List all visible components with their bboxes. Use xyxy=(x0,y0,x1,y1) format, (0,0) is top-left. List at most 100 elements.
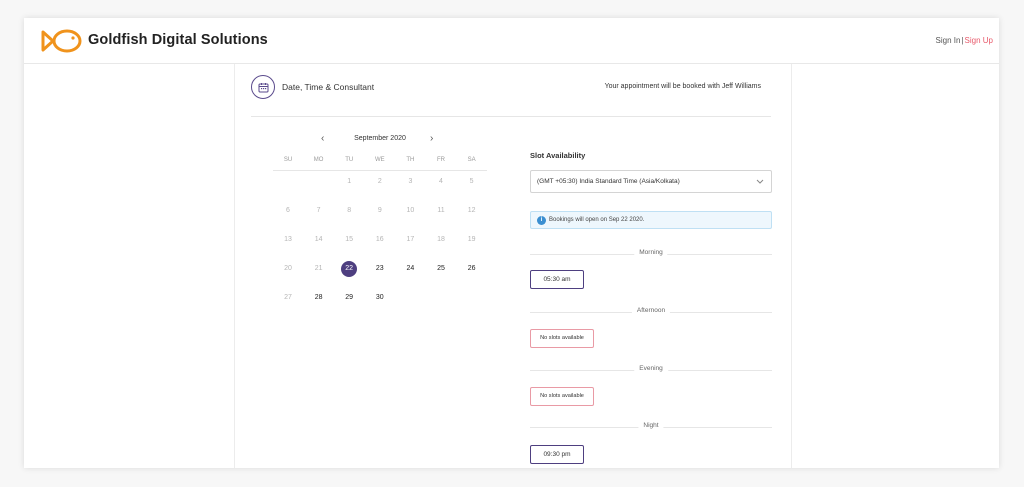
calendar-day: 1 xyxy=(334,174,364,190)
calendar-day-number: 20 xyxy=(284,265,292,272)
calendar-day: 21 xyxy=(304,261,334,277)
calendar-day-number: 9 xyxy=(377,207,382,214)
goldfish-logo-icon[interactable] xyxy=(40,28,84,54)
no-slots-afternoon: No slots available xyxy=(530,329,594,348)
calendar-day[interactable]: 30 xyxy=(365,290,395,306)
calendar-icon xyxy=(251,75,275,99)
calendar-day: 16 xyxy=(365,232,395,248)
no-slots-evening: No slots available xyxy=(530,387,594,406)
weekday-label: SU xyxy=(283,157,293,163)
consultant-note: Your appointment will be booked with Jef… xyxy=(604,83,761,90)
weekday-label: MO xyxy=(313,157,324,163)
timezone-value: (GMT +05:30) India Standard Time (Asia/K… xyxy=(537,178,680,185)
chevron-left-icon[interactable]: ‹ xyxy=(321,133,324,144)
calendar-day-number: 23 xyxy=(375,265,384,272)
calendar-day-number: 16 xyxy=(375,236,384,243)
calendar-month-label: September 2020 xyxy=(354,135,406,142)
calendar-day-number: 24 xyxy=(406,265,415,272)
weekday-label: TH xyxy=(406,157,415,163)
calendar-day: 14 xyxy=(304,232,334,248)
calendar-day[interactable]: 26 xyxy=(457,261,487,277)
section-divider xyxy=(251,116,771,117)
booking-info-text: Bookings will open on Sep 22 2020. xyxy=(549,217,645,223)
sign-in-link[interactable]: Sign In xyxy=(936,36,961,45)
timezone-select[interactable]: (GMT +05:30) India Standard Time (Asia/K… xyxy=(530,170,772,193)
booking-page: Goldfish Digital Solutions Sign In|Sign … xyxy=(24,18,999,468)
weekday-label: FR xyxy=(437,157,445,163)
weekday-label: TU xyxy=(345,157,354,163)
calendar-day: 12 xyxy=(457,203,487,219)
brand-name: Goldfish Digital Solutions xyxy=(88,32,268,48)
calendar-day[interactable]: 28 xyxy=(304,290,334,306)
calendar-header: ‹ September 2020 › xyxy=(273,133,487,147)
period-label: Evening xyxy=(634,365,668,372)
calendar-day-number: 28 xyxy=(314,294,323,301)
calendar-day-number: 8 xyxy=(347,207,352,214)
calendar-day-selected[interactable]: 22 xyxy=(334,261,364,277)
calendar-day: 4 xyxy=(426,174,456,190)
calendar-day-number: 11 xyxy=(437,207,445,214)
calendar-day: 27 xyxy=(273,290,303,306)
calendar-weekdays: SU MO TU WE TH FR SA xyxy=(273,157,487,171)
calendar-day-number: 30 xyxy=(375,294,384,301)
calendar-day-number: 21 xyxy=(314,265,323,272)
calendar-day[interactable]: 24 xyxy=(395,261,425,277)
calendar-day: 10 xyxy=(395,203,425,219)
calendar-day-number: 2 xyxy=(377,178,382,185)
calendar-day: 8 xyxy=(334,203,364,219)
calendar-day-number: 7 xyxy=(316,207,321,214)
period-label: Afternoon xyxy=(631,307,671,314)
calendar-day-number: 18 xyxy=(437,236,445,243)
calendar-day: 6 xyxy=(273,203,303,219)
calendar-day: 3 xyxy=(395,174,425,190)
calendar-day: 20 xyxy=(273,261,303,277)
calendar-day-number: 13 xyxy=(284,236,292,243)
calendar-day: 13 xyxy=(273,232,303,248)
period-label: Night xyxy=(638,422,664,429)
calendar-day: 11 xyxy=(426,203,456,219)
calendar-day-number: 29 xyxy=(345,294,354,301)
calendar-day-number: 12 xyxy=(467,207,476,214)
chevron-down-icon xyxy=(756,179,764,184)
calendar-day: 17 xyxy=(395,232,425,248)
period-afternoon: Afternoon xyxy=(530,307,772,317)
period-evening: Evening xyxy=(530,365,772,375)
step-title: Date, Time & Consultant xyxy=(282,82,375,92)
period-label: Morning xyxy=(634,249,668,256)
calendar-day: 18 xyxy=(426,232,456,248)
weekday-label: WE xyxy=(374,157,385,163)
slot-button-night[interactable]: 09:30 pm xyxy=(530,445,584,464)
chevron-right-icon[interactable]: › xyxy=(430,133,433,144)
calendar-day-number: 3 xyxy=(408,178,413,185)
period-night: Night xyxy=(530,422,772,432)
slot-availability-title: Slot Availability xyxy=(530,151,586,160)
calendar-day: 19 xyxy=(457,232,487,248)
slot-button-morning[interactable]: 05:30 am xyxy=(530,270,584,289)
calendar-day-number: 6 xyxy=(286,207,290,214)
booking-info-banner: i Bookings will open on Sep 22 2020. xyxy=(530,211,772,229)
calendar-day-number: 22 xyxy=(345,265,354,272)
calendar-day: 15 xyxy=(334,232,364,248)
calendar-day-number: 26 xyxy=(467,265,476,272)
calendar-day-number: 19 xyxy=(467,236,476,243)
calendar-day-number: 27 xyxy=(284,294,292,301)
calendar-day-number: 10 xyxy=(406,207,415,214)
calendar-day-number: 5 xyxy=(469,178,474,185)
calendar-day-number: 17 xyxy=(406,236,415,243)
booking-panel: Date, Time & Consultant Your appointment… xyxy=(234,64,792,468)
auth-separator: | xyxy=(961,36,964,45)
weekday-label: SA xyxy=(467,157,476,163)
calendar-day-number: 1 xyxy=(347,178,352,185)
calendar-day[interactable]: 29 xyxy=(334,290,364,306)
info-icon: i xyxy=(537,216,546,225)
calendar-day: 9 xyxy=(365,203,395,219)
calendar-day[interactable]: 25 xyxy=(426,261,456,277)
calendar-days: 1 2 3 4 5 6 7 8 9 10 11 12 13 14 15 16 17 18 19 20 21 22 23 24 2… xyxy=(273,174,487,324)
calendar-day-number: 15 xyxy=(345,236,354,243)
calendar-day-number: 14 xyxy=(314,236,323,243)
calendar-day-number: 25 xyxy=(437,265,445,272)
sign-up-link[interactable]: Sign Up xyxy=(965,36,993,45)
header: Goldfish Digital Solutions Sign In|Sign … xyxy=(24,18,999,64)
calendar-day[interactable]: 23 xyxy=(365,261,395,277)
period-morning: Morning xyxy=(530,249,772,259)
